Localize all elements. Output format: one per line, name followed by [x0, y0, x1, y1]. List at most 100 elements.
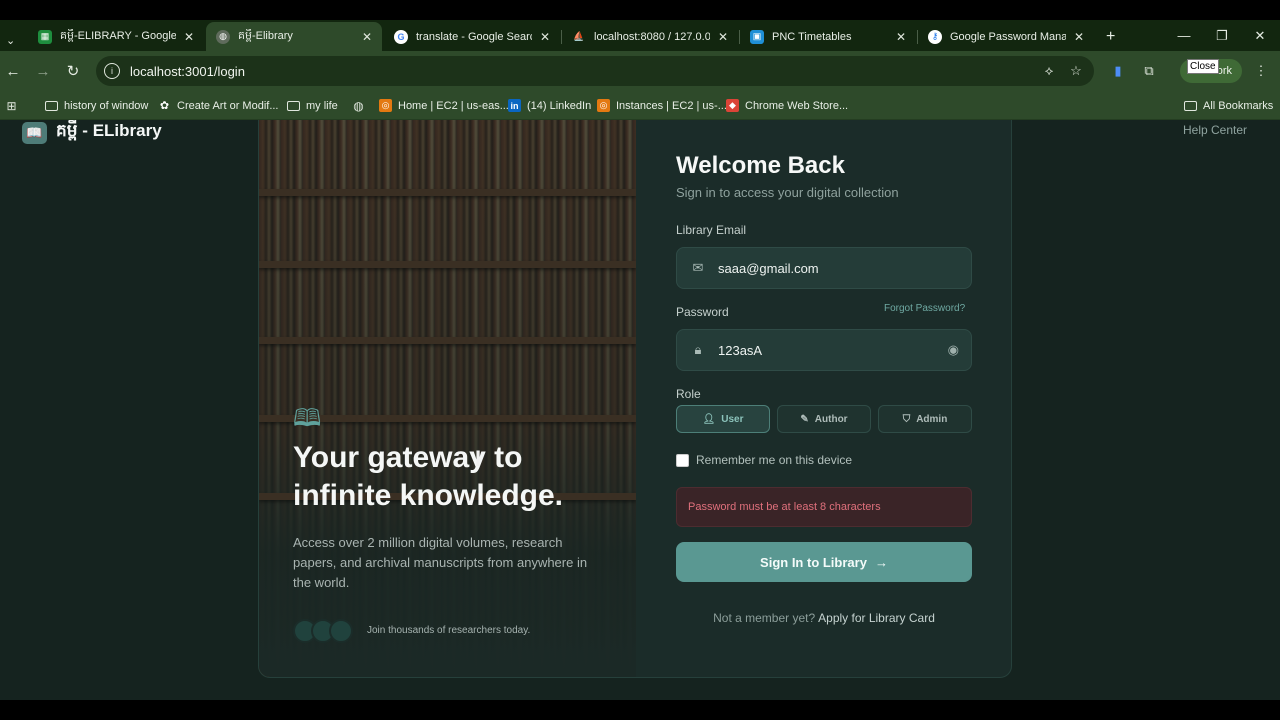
folder-icon — [1184, 99, 1197, 112]
book-open-icon: 🕮 — [293, 405, 322, 432]
tooltip: Close — [1187, 59, 1219, 74]
bookmark-my-life[interactable]: my life — [287, 97, 338, 114]
reload-icon[interactable]: ↻ — [63, 61, 83, 81]
avatar-group — [293, 619, 353, 643]
join-text: Join thousands of researchers today. — [367, 625, 531, 636]
remember-me[interactable]: Remember me on this device — [676, 453, 852, 467]
bookmarks-bar: ⊞ history of window ✿ Create Art or Modif… — [0, 91, 1280, 120]
address-bar[interactable]: i localhost:3001/login — [96, 56, 1094, 86]
extensions-icon[interactable]: ⧉ — [1141, 63, 1157, 79]
tab-elibrary[interactable]: ◍ គម្ពី-Elibrary ✕ — [206, 22, 382, 51]
apps-icon[interactable]: ⊞ — [5, 97, 24, 114]
tab-bar: ⌄ ▦ គម្ពី-ELIBRARY - Google Sh ✕ ◍ គម្ពី… — [0, 20, 1280, 51]
hero-panel: 🕮 Your gateway to infinite knowledge. Ac… — [259, 120, 636, 677]
login-form: Welcome Back Sign in to access your digi… — [676, 120, 976, 677]
site-info-icon[interactable]: i — [104, 63, 120, 79]
help-center-link[interactable]: Help Center — [1183, 123, 1247, 137]
linkedin-icon: in — [508, 99, 521, 112]
folder-icon — [287, 99, 300, 112]
email-label: Library Email — [676, 223, 747, 237]
folder-icon — [45, 99, 58, 112]
tab-translate[interactable]: G translate - Google Search ✕ — [384, 22, 560, 51]
apply-card-link[interactable]: Apply for Library Card — [818, 611, 935, 625]
bookmark-chrome-web-store[interactable]: ◆ Chrome Web Store... — [726, 97, 848, 114]
hero-title: Your gateway to infinite knowledge. — [293, 441, 564, 512]
restore-icon[interactable]: ❐ — [1203, 20, 1241, 51]
remember-label: Remember me on this device — [696, 453, 853, 467]
hero-subtitle: Access over 2 million digital volumes, r… — [293, 535, 588, 590]
google-icon: G — [394, 29, 408, 44]
lock-icon: 🔒︎ — [694, 342, 702, 357]
webstore-icon: ◆ — [726, 99, 739, 112]
password-field[interactable]: 🔒︎ ◉ — [676, 329, 972, 371]
aws-icon: ◎ — [379, 99, 392, 112]
signup-prompt: Not a member yet? Apply for Library Card — [713, 611, 935, 625]
close-icon[interactable]: ✕ — [718, 30, 728, 44]
url-text[interactable]: localhost:3001/login — [130, 64, 245, 79]
bookmark-ec2-instances[interactable]: ◎ Instances | EC2 | us-... — [597, 97, 727, 114]
menu-icon[interactable]: ⋮ — [1253, 63, 1269, 79]
translate-icon[interactable]: ⟡ — [1041, 63, 1057, 79]
close-icon[interactable]: ✕ — [1074, 30, 1084, 44]
tab-pnc-timetables[interactable]: ▣ PNC Timetables ✕ — [740, 22, 916, 51]
tab-password-manager[interactable]: ⚷ Google Password Manager ✕ — [918, 22, 1094, 51]
shield-icon: ⛉ — [902, 413, 911, 425]
close-icon[interactable]: ✕ — [540, 30, 550, 44]
close-icon[interactable]: ✕ — [362, 30, 372, 44]
page: 📖 គម្ពី - ELibrary Help Center 🕮 Your ga… — [0, 120, 1280, 700]
tab-phpmyadmin[interactable]: ⛵ localhost:8080 / 127.0.0.1 / ✕ — [562, 22, 738, 51]
role-admin-button[interactable]: ⛉ Admin — [878, 405, 972, 433]
calendar-icon: ▣ — [750, 29, 764, 44]
role-user-button[interactable]: 👤︎ User — [676, 405, 770, 433]
form-title: Welcome Back — [676, 152, 845, 179]
book-open-icon: 📖 — [22, 121, 47, 144]
bookmark-globe[interactable]: ◍ — [352, 97, 371, 114]
sign-in-button[interactable]: Sign In to Library → — [676, 542, 972, 582]
bookmark-linkedin[interactable]: in (14) LinkedIn — [508, 97, 591, 114]
arrow-right-icon: → — [874, 554, 888, 570]
close-icon[interactable]: ✕ — [896, 30, 906, 44]
avatar — [329, 619, 353, 643]
close-icon[interactable]: ✕ — [184, 30, 194, 44]
chevron-down-icon: ⌄ — [6, 35, 16, 47]
pen-icon: ✎ — [800, 413, 809, 425]
user-icon: 👤︎ — [702, 413, 716, 425]
aws-icon: ◎ — [597, 99, 610, 112]
mail-icon: ✉ — [692, 260, 704, 275]
browser-toolbar: ← → ↻ i localhost:3001/login ⟡ ☆ ▮ ⧉ Wor… — [0, 51, 1280, 91]
role-author-button[interactable]: ✎ Author — [777, 405, 871, 433]
back-icon[interactable]: ← — [3, 61, 23, 81]
email-input[interactable] — [718, 260, 971, 276]
extension-docs-icon[interactable]: ▮ — [1110, 63, 1126, 79]
screen: ⌄ ▦ គម្ពី-ELIBRARY - Google Sh ✕ ◍ គម្ពី… — [0, 0, 1280, 720]
password-label: Password — [676, 305, 729, 319]
globe-icon: ◍ — [353, 98, 364, 113]
star-icon[interactable]: ☆ — [1068, 63, 1084, 79]
text-cursor-icon: I — [475, 446, 482, 471]
openai-icon: ✿ — [159, 100, 170, 112]
login-card: 🕮 Your gateway to infinite knowledge. Ac… — [258, 120, 1012, 678]
bookmark-history-of-window[interactable]: history of window — [45, 97, 148, 114]
hero-overlay — [259, 120, 636, 677]
role-label: Role — [676, 387, 701, 401]
role-selector: 👤︎ User ✎ Author ⛉ Admin — [676, 405, 972, 433]
new-tab-button[interactable]: + — [1096, 22, 1122, 51]
globe-icon: ◍ — [216, 29, 230, 44]
remember-checkbox[interactable] — [676, 453, 689, 467]
brand-logo[interactable]: 📖 គម្ពី - ELibrary — [22, 120, 162, 145]
tab-elibrary-sheet[interactable]: ▦ គម្ពី-ELIBRARY - Google Sh ✕ — [28, 22, 204, 51]
forward-icon[interactable]: → — [33, 61, 53, 81]
email-field[interactable]: ✉ — [676, 247, 972, 289]
key-icon: ⚷ — [928, 29, 942, 44]
all-bookmarks[interactable]: All Bookmarks — [1184, 97, 1273, 114]
minimize-icon[interactable]: — — [1165, 20, 1203, 51]
close-window-icon[interactable]: ✕ — [1241, 20, 1279, 51]
form-subtitle: Sign in to access your digital collectio… — [676, 185, 899, 200]
eye-off-icon[interactable]: ◉ — [948, 342, 959, 358]
sheets-icon: ▦ — [38, 29, 52, 44]
password-input[interactable] — [718, 342, 948, 358]
error-message: Password must be at least 8 characters — [676, 487, 972, 527]
bookmark-create-art[interactable]: ✿ Create Art or Modif... — [158, 97, 279, 114]
forgot-password-link[interactable]: Forgot Password? — [884, 303, 965, 314]
bookmark-ec2-home[interactable]: ◎ Home | EC2 | us-eas... — [379, 97, 509, 114]
